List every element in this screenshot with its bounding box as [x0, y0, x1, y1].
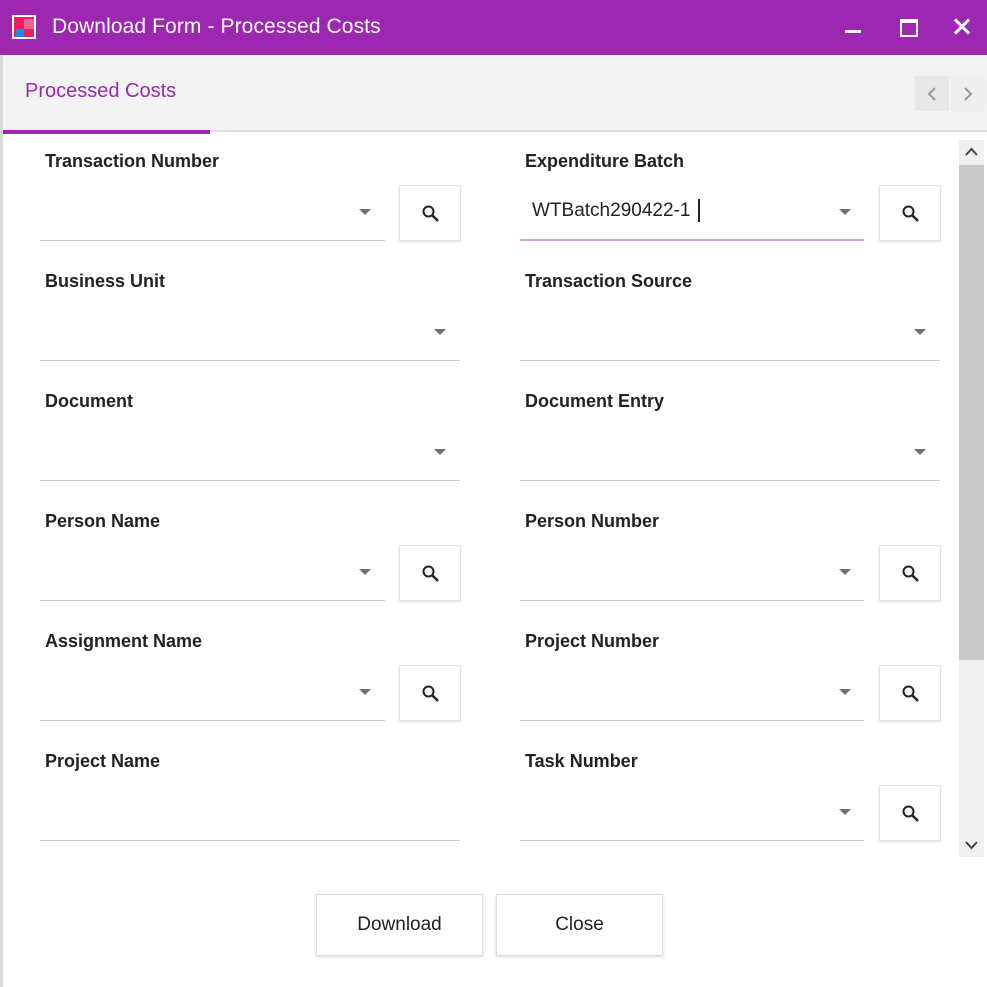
- tab-next-button[interactable]: [951, 76, 985, 111]
- chevron-up-icon: [965, 147, 978, 156]
- chevron-down-icon[interactable]: [914, 449, 926, 455]
- search-icon: [902, 805, 919, 822]
- chevron-down-icon[interactable]: [839, 209, 851, 215]
- document-label: Document: [45, 391, 134, 411]
- search-icon: [422, 685, 439, 702]
- close-icon[interactable]: [945, 10, 979, 44]
- transaction-source-label: Transaction Source: [525, 271, 693, 291]
- tab-prev-button[interactable]: [915, 76, 949, 111]
- chevron-right-icon: [964, 87, 973, 101]
- person-name-label: Person Name: [45, 511, 161, 531]
- expenditure-batch-value: WTBatch290422-1: [532, 200, 691, 221]
- assignment-name-search-button[interactable]: [399, 665, 461, 721]
- document-field[interactable]: [40, 425, 460, 481]
- expenditure-batch-label: Expenditure Batch: [525, 151, 685, 171]
- search-icon: [902, 565, 919, 582]
- chevron-down-icon[interactable]: [839, 569, 851, 575]
- task-number-search-button[interactable]: [879, 785, 941, 841]
- document-entry-field[interactable]: [520, 425, 940, 481]
- chevron-down-icon[interactable]: [359, 689, 371, 695]
- business-unit-field[interactable]: [40, 305, 460, 361]
- project-number-label: Project Number: [525, 631, 660, 651]
- window-title: Download Form - Processed Costs: [52, 15, 381, 38]
- tab-bar: Processed Costs: [3, 55, 987, 134]
- minimize-icon[interactable]: [836, 10, 870, 44]
- business-unit-label: Business Unit: [45, 271, 166, 291]
- chevron-down-icon[interactable]: [434, 329, 446, 335]
- close-button[interactable]: Close: [496, 894, 663, 956]
- chevron-down-icon[interactable]: [434, 449, 446, 455]
- transaction-number-search-button[interactable]: [399, 185, 461, 241]
- search-icon: [422, 565, 439, 582]
- scroll-up-button[interactable]: [959, 141, 984, 163]
- chevron-down-icon[interactable]: [359, 209, 371, 215]
- document-entry-label: Document Entry: [525, 391, 665, 411]
- assignment-name-label: Assignment Name: [45, 631, 203, 651]
- project-name-label: Project Name: [45, 751, 161, 771]
- download-button[interactable]: Download: [316, 894, 483, 956]
- project-name-field[interactable]: [40, 785, 460, 841]
- expenditure-batch-search-button[interactable]: [879, 185, 941, 241]
- project-number-search-button[interactable]: [879, 665, 941, 721]
- person-name-search-button[interactable]: [399, 545, 461, 601]
- person-number-field[interactable]: [520, 545, 864, 601]
- chevron-down-icon[interactable]: [359, 569, 371, 575]
- chevron-down-icon[interactable]: [839, 809, 851, 815]
- title-bar: Download Form - Processed Costs: [0, 0, 987, 55]
- tab-processed-costs[interactable]: Processed Costs: [3, 55, 210, 134]
- task-number-label: Task Number: [525, 751, 638, 771]
- person-number-label: Person Number: [525, 511, 660, 531]
- transaction-number-label: Transaction Number: [45, 151, 220, 171]
- chevron-left-icon: [927, 87, 936, 101]
- search-icon: [902, 685, 919, 702]
- app-icon: [12, 15, 36, 39]
- maximize-icon[interactable]: [890, 10, 924, 44]
- search-icon: [902, 205, 919, 222]
- person-name-field[interactable]: [40, 545, 385, 601]
- transaction-source-field[interactable]: [520, 305, 940, 361]
- scroll-down-button[interactable]: [959, 834, 984, 856]
- active-tab-indicator: [3, 130, 210, 134]
- transaction-number-field[interactable]: [40, 185, 385, 241]
- expenditure-batch-field[interactable]: WTBatch290422-1: [520, 185, 864, 241]
- text-caret: [698, 199, 700, 222]
- search-icon: [422, 205, 439, 222]
- scrollbar-thumb[interactable]: [959, 165, 984, 660]
- project-number-field[interactable]: [520, 665, 864, 721]
- tab-label: Processed Costs: [25, 80, 177, 102]
- assignment-name-field[interactable]: [40, 665, 385, 721]
- chevron-down-icon[interactable]: [839, 689, 851, 695]
- window-border: [0, 55, 3, 987]
- person-number-search-button[interactable]: [879, 545, 941, 601]
- chevron-down-icon: [965, 841, 978, 850]
- chevron-down-icon[interactable]: [914, 329, 926, 335]
- task-number-field[interactable]: [520, 785, 864, 841]
